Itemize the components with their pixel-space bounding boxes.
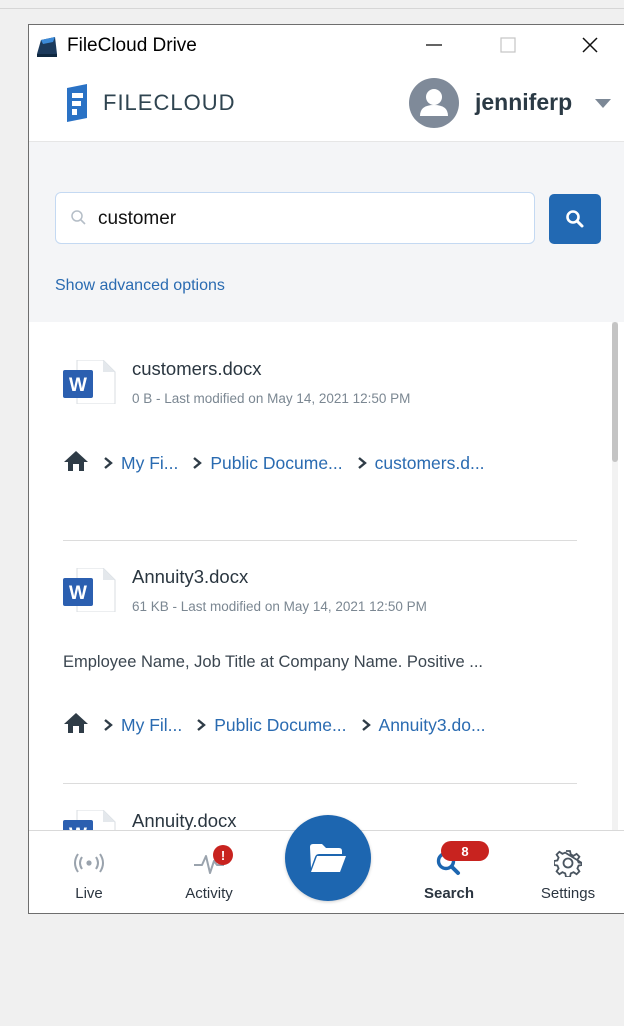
gear-icon: [528, 849, 608, 877]
show-advanced-options-link[interactable]: Show advanced options: [55, 277, 225, 295]
avatar[interactable]: [409, 78, 459, 128]
search-area: Show advanced options: [29, 142, 624, 322]
file-snippet: Employee Name, Job Title at Company Name…: [63, 653, 484, 671]
filecloud-app-icon: [35, 34, 59, 58]
nav-search[interactable]: 8 Search: [409, 831, 489, 913]
breadcrumb-item[interactable]: Public Docume...: [214, 715, 346, 736]
close-button[interactable]: [567, 25, 613, 65]
chevron-right-icon: [103, 718, 113, 732]
word-file-icon: W: [63, 567, 117, 613]
folder-open-icon: [310, 844, 346, 872]
results-scrollbar[interactable]: [612, 322, 618, 830]
logo-text: FILECLOUD: [103, 90, 236, 115]
breadcrumb-item[interactable]: My Fil...: [121, 715, 182, 736]
breadcrumb-item[interactable]: Public Docume...: [210, 453, 342, 474]
search-results-list: W customers.docx 0 B - Last modified on …: [29, 322, 624, 830]
activity-icon: [169, 849, 249, 877]
word-file-icon: W: [63, 359, 117, 405]
nav-search-label: Search: [423, 885, 475, 902]
file-name[interactable]: customers.docx: [132, 358, 262, 380]
breadcrumb-item[interactable]: Annuity3.do...: [379, 715, 486, 736]
activity-alert-badge: !: [213, 845, 233, 865]
file-name[interactable]: Annuity3.docx: [132, 566, 248, 588]
chevron-right-icon: [357, 456, 367, 470]
file-meta: 61 KB - Last modified on May 14, 2021 12…: [132, 599, 427, 614]
nav-settings-label: Settings: [540, 885, 596, 902]
user-icon: [420, 89, 448, 116]
divider: [63, 540, 577, 541]
filecloud-logo-icon: [67, 84, 87, 122]
title-bar[interactable]: FileCloud Drive: [29, 25, 624, 65]
breadcrumb-item[interactable]: My Fi...: [121, 453, 178, 474]
chevron-right-icon: [196, 718, 207, 732]
live-icon: [49, 849, 129, 877]
window-title: FileCloud Drive: [67, 35, 197, 56]
search-icon: [566, 210, 584, 228]
nav-live[interactable]: Live: [49, 831, 129, 913]
nav-activity-label: Activity: [185, 885, 233, 902]
home-icon[interactable]: [63, 450, 89, 477]
search-input[interactable]: [98, 205, 518, 233]
filecloud-logo: FILECLOUD: [63, 83, 235, 123]
bottom-nav: Live ! Activity 8 Search Settings: [29, 815, 624, 913]
nav-activity[interactable]: ! Activity: [169, 831, 249, 913]
username[interactable]: jenniferp: [475, 89, 572, 116]
chevron-right-icon: [361, 718, 371, 732]
nav-live-label: Live: [75, 885, 103, 902]
chevron-down-icon[interactable]: [595, 99, 611, 108]
breadcrumb-item[interactable]: customers.d...: [375, 453, 485, 474]
background-strip: [0, 0, 624, 9]
app-window: FileCloud Drive FILECLOUD jenniferp cust…: [28, 24, 624, 914]
nav-settings[interactable]: Settings: [528, 831, 608, 913]
minimize-button[interactable]: [411, 25, 457, 65]
scrollbar-thumb[interactable]: [612, 322, 618, 462]
file-name[interactable]: Annuity.docx: [132, 810, 237, 830]
svg-text:W: W: [69, 375, 87, 396]
home-icon[interactable]: [63, 712, 89, 739]
search-count-badge: 8: [441, 841, 489, 861]
word-file-icon: W: [63, 809, 117, 830]
file-meta: 0 B - Last modified on May 14, 2021 12:5…: [132, 391, 411, 406]
chevron-right-icon: [103, 456, 113, 470]
breadcrumb: My Fi... Public Docume... customers.d...: [63, 450, 485, 476]
search-field[interactable]: [55, 192, 535, 244]
search-icon: [70, 209, 88, 232]
divider: [63, 783, 577, 784]
breadcrumb: My Fil... Public Docume... Annuity3.do..…: [63, 712, 486, 738]
files-button[interactable]: [285, 815, 371, 901]
app-header: FILECLOUD jenniferp: [29, 65, 624, 142]
search-button[interactable]: [549, 194, 601, 244]
svg-text:W: W: [69, 583, 87, 604]
chevron-right-icon: [192, 456, 203, 470]
maximize-button[interactable]: [485, 25, 531, 65]
